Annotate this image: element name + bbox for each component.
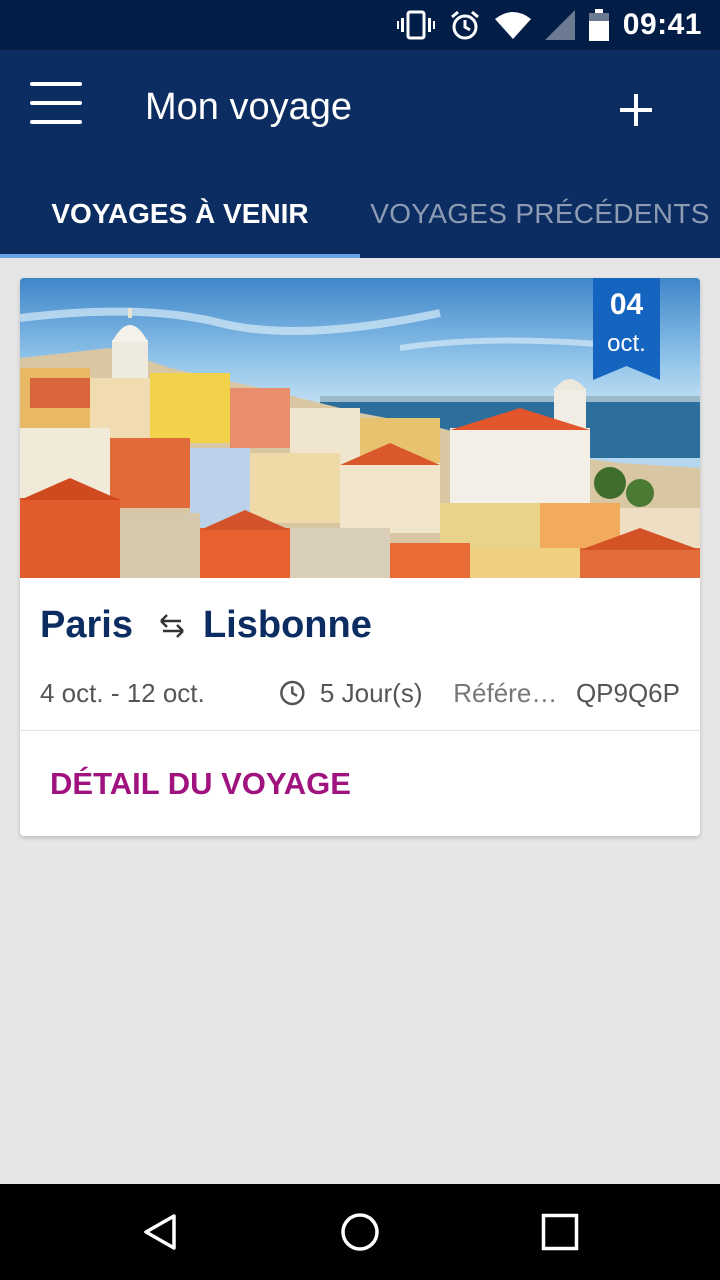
trip-dates: 4 oct. - 12 oct. [40,677,205,708]
home-icon[interactable] [340,1212,380,1252]
battery-icon [588,9,609,41]
destination-city: Lisbonne [202,604,372,646]
vibrate-icon [396,10,435,40]
trip-card[interactable]: 04 oct. Paris Lisbonne 4 oct. - 12 oct. … [20,278,700,836]
clock-icon [280,680,305,706]
tab-past-trips[interactable]: VOYAGES PRÉCÉDENTS [360,170,720,258]
signal-icon [544,10,575,40]
reference-label: Référen... [453,677,560,708]
trip-meta: 4 oct. - 12 oct. 5 Jour(s) Référen... QP… [40,676,680,710]
trip-duration: 5 Jour(s) [319,677,423,708]
origin-city: Paris [40,604,133,646]
system-nav-bar [0,1184,720,1280]
tab-upcoming-trips[interactable]: VOYAGES À VENIR [0,170,360,258]
recents-icon[interactable] [541,1213,579,1251]
app-bar: Mon voyage [0,50,720,170]
menu-icon[interactable] [30,82,82,130]
status-time: 09:41 [622,8,702,41]
badge-day: 04 [609,288,644,321]
back-icon[interactable] [140,1212,180,1252]
tab-bar: VOYAGES À VENIR VOYAGES PRÉCÉDENTS [0,170,720,258]
alarm-icon [450,10,479,40]
reference-code: QP9Q6P [575,677,680,708]
status-bar: 09:41 [0,0,720,50]
page-title: Mon voyage [145,86,353,128]
wifi-icon [494,12,531,39]
swap-arrows-icon [160,613,184,638]
badge-month: oct. [607,330,646,357]
trip-detail-button[interactable]: DÉTAIL DU VOYAGE [50,766,351,802]
date-badge: 04 oct. [593,278,660,380]
card-divider [20,730,700,731]
trip-route: Paris Lisbonne [40,604,372,647]
plus-icon[interactable] [616,90,656,130]
